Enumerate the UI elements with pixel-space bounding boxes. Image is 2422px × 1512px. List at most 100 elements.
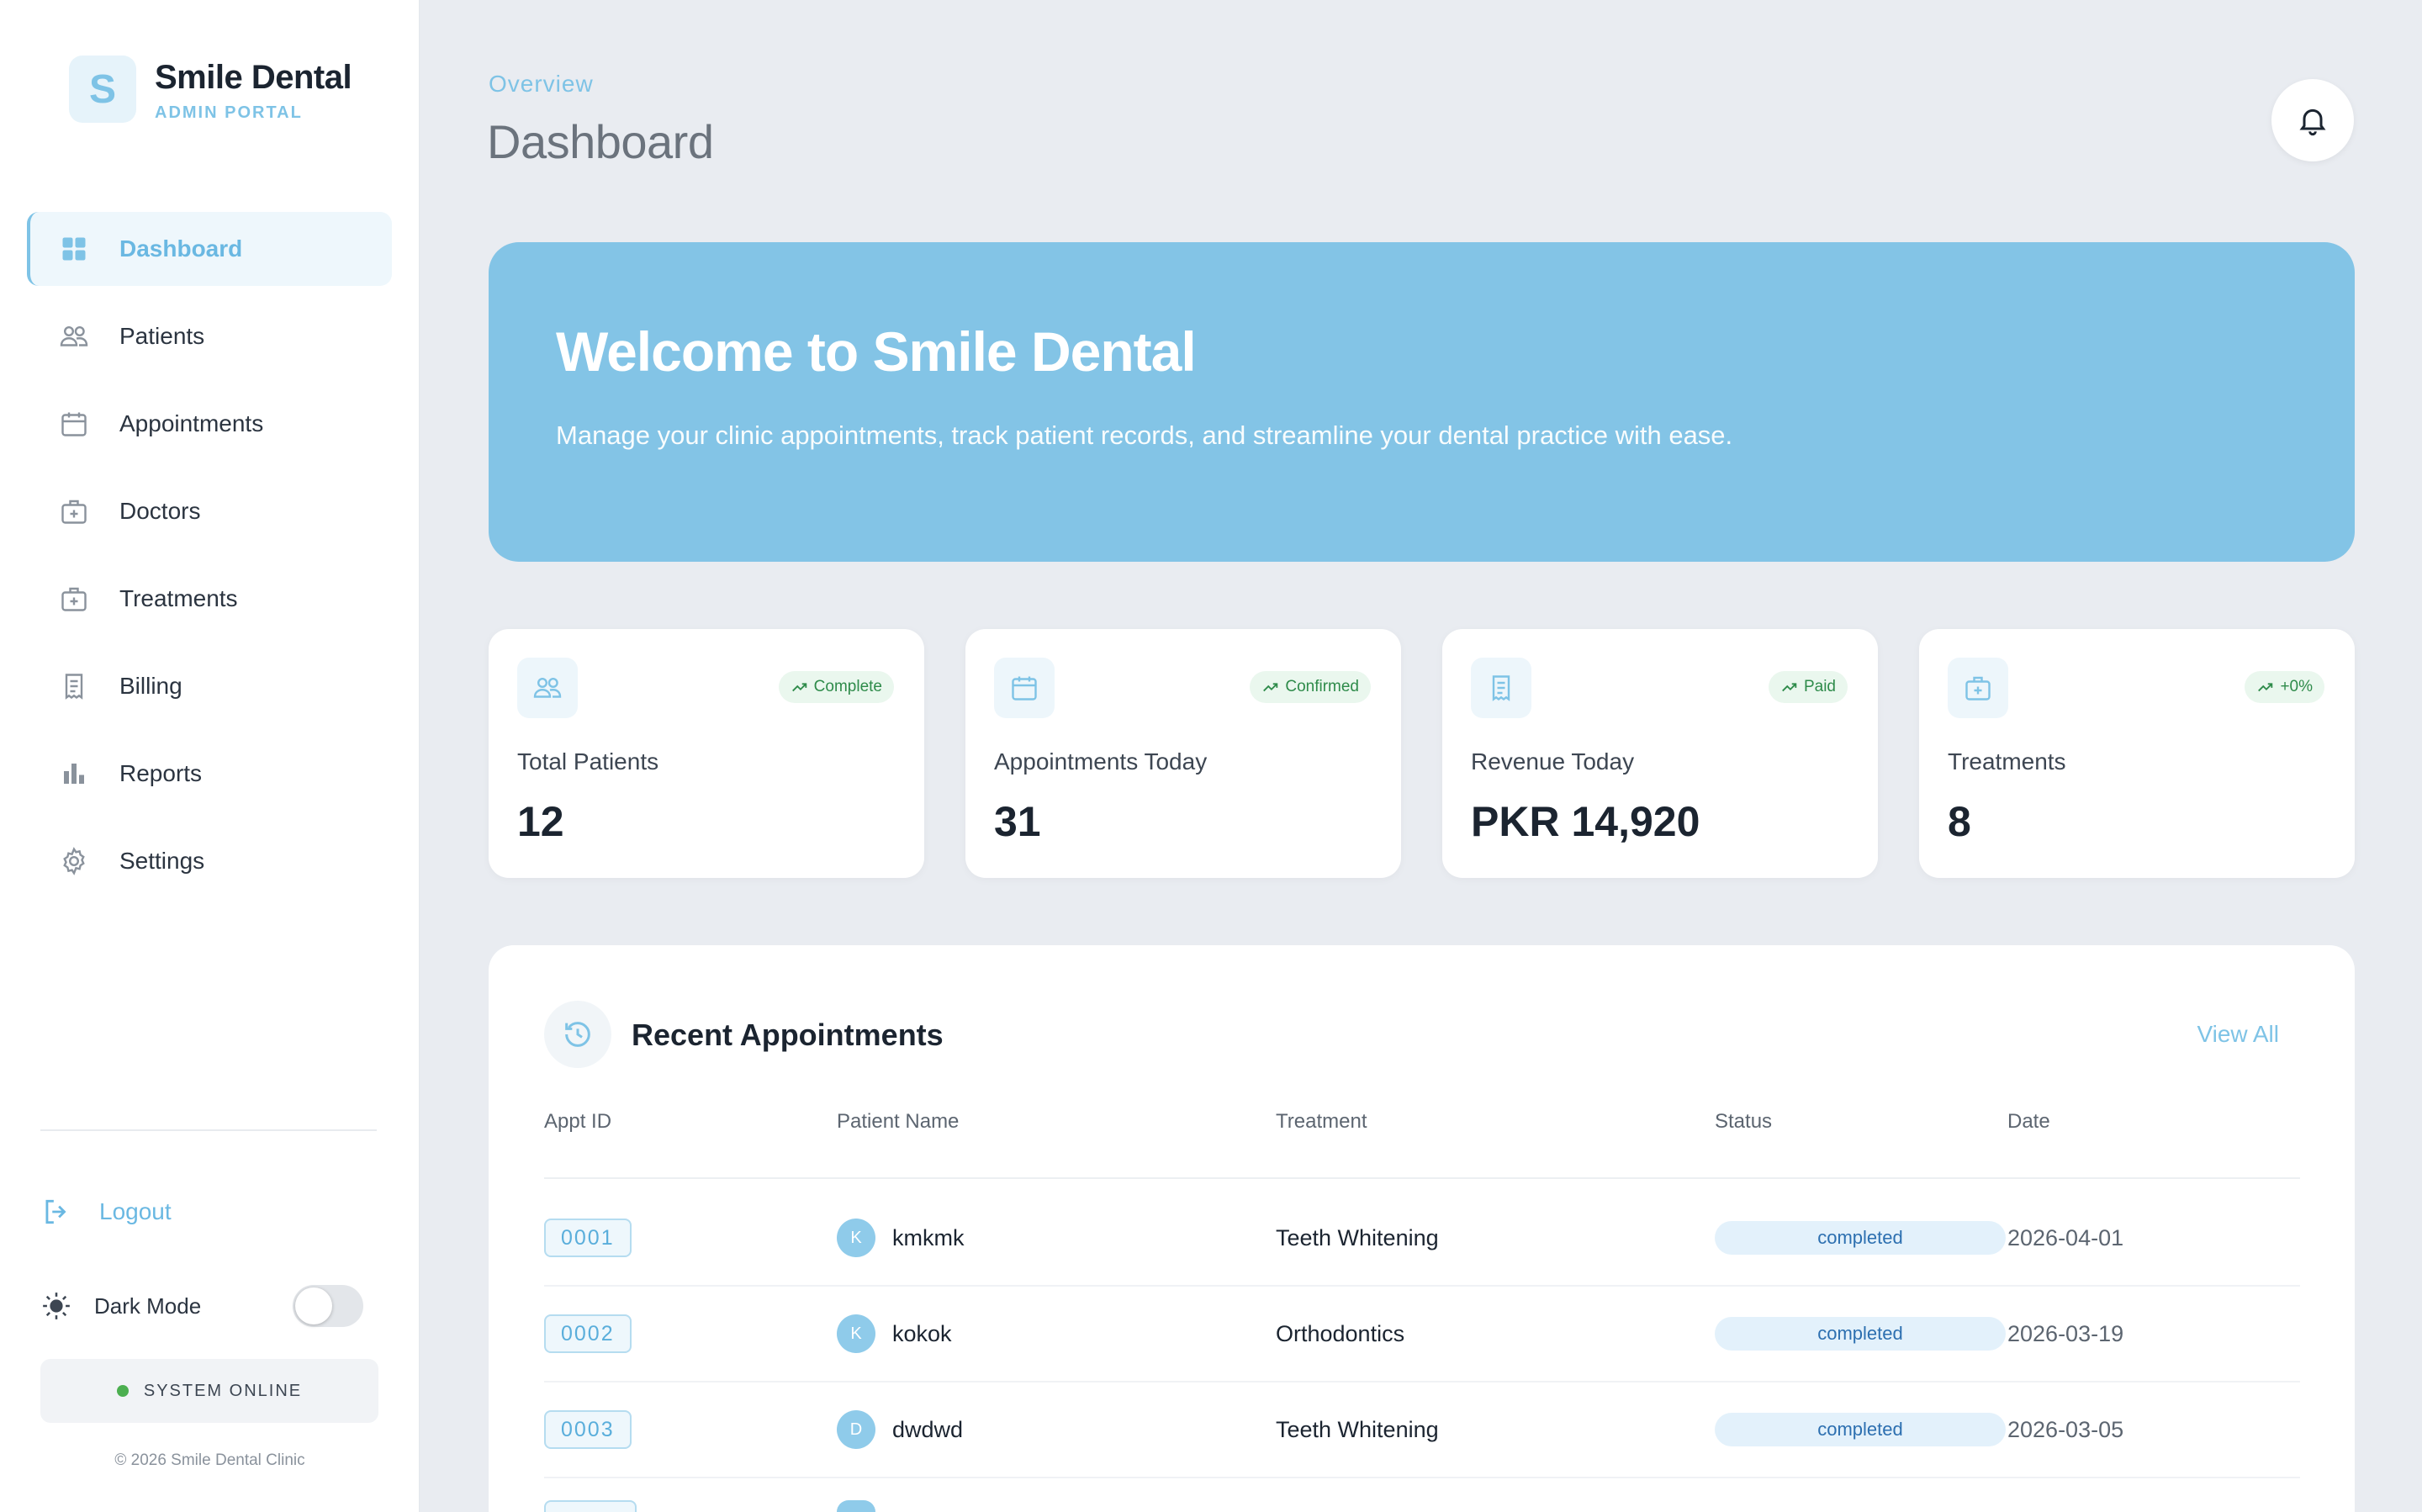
sidebar-item-label: Settings xyxy=(119,848,205,874)
sidebar-item-treatments[interactable]: Treatments xyxy=(27,562,392,636)
sidebar-item-billing[interactable]: Billing xyxy=(27,649,392,723)
trend-up-icon xyxy=(791,683,806,692)
stat-label: Treatments xyxy=(1948,748,2066,775)
dark-mode-toggle[interactable] xyxy=(293,1285,363,1327)
sidebar-item-label: Dashboard xyxy=(119,235,243,262)
patient-name: kmkmk xyxy=(892,1224,965,1250)
stat-card-revenue-today[interactable]: Paid Revenue Today PKR 14,920 xyxy=(1442,629,1878,878)
status-badge: completed xyxy=(1715,1413,2006,1446)
column-header-date[interactable]: Date xyxy=(2007,1110,2050,1134)
history-icon xyxy=(544,1001,611,1068)
appointment-id-badge[interactable]: 0003 xyxy=(544,1410,632,1449)
logout-icon xyxy=(45,1199,66,1224)
table-row[interactable]: 0001 K kmkmk Teeth Whitening completed 2… xyxy=(544,1191,2300,1287)
sidebar-item-settings[interactable]: Settings xyxy=(27,824,392,898)
appointment-id-badge[interactable]: 0002 xyxy=(544,1314,632,1353)
badge-label: +0% xyxy=(2280,678,2313,695)
avatar xyxy=(837,1500,875,1512)
sidebar-item-label: Patients xyxy=(119,323,205,349)
logout-button[interactable]: Logout xyxy=(40,1196,172,1228)
appointment-date: 2026-03-19 xyxy=(2007,1320,2124,1346)
avatar: K xyxy=(837,1314,875,1353)
table-row[interactable]: 0002 K kokok Orthodontics completed 2026… xyxy=(544,1287,2300,1382)
appointment-date: 2026-03-05 xyxy=(2007,1416,2124,1442)
patient-name: kokok xyxy=(892,1320,952,1346)
logout-label: Logout xyxy=(99,1198,172,1224)
treatment-name: Teeth Whitening xyxy=(1276,1416,1439,1442)
appointment-id-badge[interactable]: 0001 xyxy=(544,1219,632,1257)
status-badge: Confirmed xyxy=(1250,671,1371,703)
system-status-label: SYSTEM ONLINE xyxy=(143,1381,303,1400)
medical-kit-icon xyxy=(59,584,89,614)
badge-label: Confirmed xyxy=(1285,678,1359,695)
trend-up-icon xyxy=(1263,683,1278,692)
users-icon xyxy=(59,321,89,352)
welcome-title: Welcome to Smile Dental xyxy=(556,320,1197,383)
sidebar-nav: Dashboard Patients Appointments Doctors … xyxy=(27,212,392,912)
notifications-button[interactable] xyxy=(2271,79,2354,161)
toggle-knob xyxy=(295,1287,332,1324)
dashboard-grid-icon xyxy=(59,234,89,264)
welcome-description: Manage your clinic appointments, track p… xyxy=(556,420,1733,450)
bell-icon xyxy=(2299,108,2326,136)
patient-name: dwdwd xyxy=(892,1416,964,1442)
stat-card-total-patients[interactable]: Complete Total Patients 12 xyxy=(489,629,924,878)
brand[interactable]: S Smile Dental ADMIN PORTAL xyxy=(69,56,352,123)
calendar-icon xyxy=(994,658,1055,718)
copyright: © 2026 Smile Dental Clinic xyxy=(114,1451,305,1469)
sidebar-item-label: Appointments xyxy=(119,410,264,436)
table-header-divider xyxy=(544,1177,2300,1179)
stat-value: 8 xyxy=(1948,798,1971,845)
stats-cards: Complete Total Patients 12 Confirmed App… xyxy=(489,629,2355,878)
badge-label: Complete xyxy=(813,678,882,695)
stat-card-appointments-today[interactable]: Confirmed Appointments Today 31 xyxy=(965,629,1401,878)
sidebar-item-dashboard[interactable]: Dashboard xyxy=(27,212,392,286)
column-header-appt-id[interactable]: Appt ID xyxy=(544,1110,611,1134)
calendar-icon xyxy=(59,409,89,439)
brand-name: Smile Dental xyxy=(155,59,352,96)
doctor-badge-icon xyxy=(59,496,89,526)
welcome-banner: Welcome to Smile Dental Manage your clin… xyxy=(489,242,2355,562)
trend-up-icon xyxy=(2258,683,2273,692)
stat-card-treatments[interactable]: +0% Treatments 8 xyxy=(1919,629,2355,878)
sidebar-divider xyxy=(40,1129,377,1131)
column-header-status[interactable]: Status xyxy=(1715,1110,1772,1134)
stat-value: 12 xyxy=(517,798,564,845)
treatment-name: Teeth Whitening xyxy=(1276,1224,1439,1250)
gear-icon xyxy=(59,846,89,876)
stat-label: Total Patients xyxy=(517,748,659,775)
brand-subtitle: ADMIN PORTAL xyxy=(155,103,303,122)
appointment-id-badge[interactable] xyxy=(544,1500,637,1512)
stat-value: PKR 14,920 xyxy=(1471,798,1700,845)
column-header-treatment[interactable]: Treatment xyxy=(1276,1110,1367,1134)
sidebar-item-label: Reports xyxy=(119,760,203,786)
appointment-date: 2026-04-01 xyxy=(2007,1224,2124,1250)
sidebar-item-appointments[interactable]: Appointments xyxy=(27,387,392,461)
sidebar: S Smile Dental ADMIN PORTAL Dashboard Pa… xyxy=(0,0,420,1512)
receipt-icon xyxy=(1471,658,1531,718)
sidebar-item-label: Treatments xyxy=(119,585,238,611)
table-row[interactable]: 0003 D dwdwd Teeth Whitening completed 2… xyxy=(544,1382,2300,1478)
system-status-badge: SYSTEM ONLINE xyxy=(40,1359,378,1423)
trend-up-icon xyxy=(1782,683,1797,692)
view-all-link[interactable]: View All xyxy=(2197,1021,2279,1048)
column-header-patient-name[interactable]: Patient Name xyxy=(837,1110,959,1134)
stat-label: Revenue Today xyxy=(1471,748,1635,775)
status-badge: Paid xyxy=(1768,671,1848,703)
dark-mode-label: Dark Mode xyxy=(94,1293,202,1319)
status-badge: Complete xyxy=(778,671,894,703)
sun-icon xyxy=(43,1293,70,1319)
sidebar-item-patients[interactable]: Patients xyxy=(27,299,392,373)
section-title: Recent Appointments xyxy=(632,1018,944,1052)
sidebar-item-reports[interactable]: Reports xyxy=(27,737,392,811)
sidebar-item-label: Doctors xyxy=(119,498,201,524)
table-row-partial[interactable] xyxy=(544,1478,2300,1512)
bar-chart-icon xyxy=(59,759,89,789)
stat-label: Appointments Today xyxy=(994,748,1208,775)
breadcrumb[interactable]: Overview xyxy=(489,71,594,98)
page-title: Dashboard xyxy=(487,115,714,168)
stat-value: 31 xyxy=(994,798,1041,845)
users-icon xyxy=(517,658,578,718)
medical-kit-icon xyxy=(1948,658,2008,718)
sidebar-item-doctors[interactable]: Doctors xyxy=(27,474,392,548)
